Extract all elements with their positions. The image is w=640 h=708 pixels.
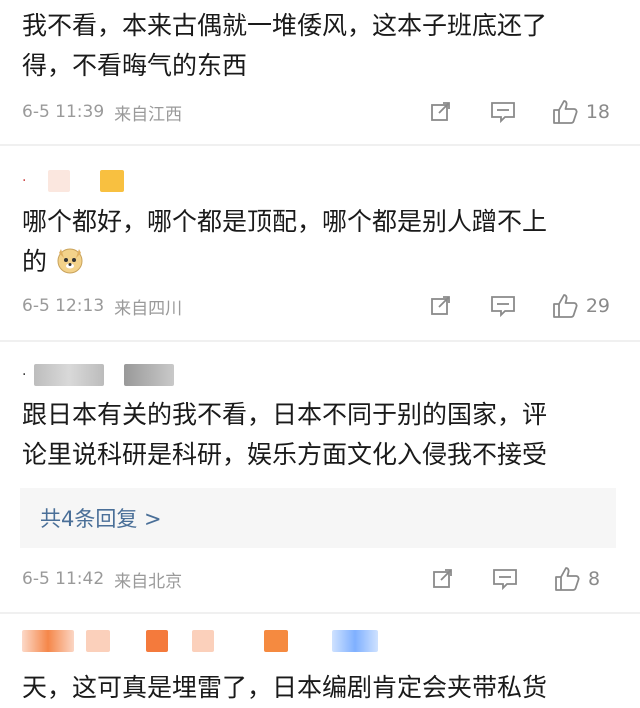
comment-text-line: 我不看，本来古偶就一堆倭风，这本子班底还了 bbox=[22, 11, 548, 40]
comment-text-line: 论里说科研是科研，娱乐方面文化入侵我不接受 bbox=[22, 440, 548, 469]
comment-text: 天，这可真是埋雷了，日本编剧肯定会夹带私货 bbox=[22, 668, 622, 708]
comment-text: 跟日本有关的我不看，日本不同于别的国家，评 论里说科研是科研，娱乐方面文化入侵我… bbox=[22, 395, 622, 475]
user-name-blurred bbox=[22, 628, 378, 654]
user-name-blurred: · bbox=[22, 168, 125, 194]
comment-text-line: 哪个都好，哪个都是顶配，哪个都是别人蹭不上 bbox=[22, 207, 548, 236]
comment-text-line: 得，不看晦气的东西 bbox=[22, 51, 248, 80]
like-button[interactable] bbox=[548, 95, 582, 129]
comment-button[interactable] bbox=[488, 562, 522, 596]
view-replies-link[interactable]: 共4条回复 > bbox=[20, 488, 616, 548]
comment-button[interactable] bbox=[486, 289, 520, 323]
share-icon bbox=[433, 569, 452, 588]
share-icon bbox=[430, 102, 450, 121]
like-count: 29 bbox=[585, 295, 610, 317]
comment-time: 6-5 12:13 bbox=[22, 296, 105, 316]
comment-text-line: 天，这可真是埋雷了，日本编剧肯定会夹带私货 bbox=[22, 673, 548, 702]
share-icon bbox=[430, 296, 450, 315]
share-button[interactable] bbox=[424, 289, 458, 323]
comment-icon bbox=[490, 296, 515, 318]
divider bbox=[0, 612, 640, 614]
comment-icon bbox=[493, 569, 517, 591]
comment-location: 来自北京 bbox=[114, 571, 183, 592]
like-count: 8 bbox=[588, 568, 601, 590]
comment-icon bbox=[490, 102, 515, 124]
comment-text: 我不看，本来古偶就一堆倭风，这本子班底还了 得，不看晦气的东西 bbox=[22, 6, 622, 86]
comment-meta: 6-5 11:39 来自江西 18 bbox=[22, 95, 622, 129]
like-button[interactable] bbox=[550, 562, 584, 596]
doge-emoji-icon bbox=[55, 245, 85, 275]
comment-button[interactable] bbox=[486, 95, 520, 129]
comment-meta: 6-5 11:42 来自北京 8 bbox=[22, 562, 622, 596]
comment-text-line: 的 bbox=[22, 247, 48, 276]
comment-time: 6-5 11:42 bbox=[22, 569, 105, 589]
divider bbox=[0, 340, 640, 342]
like-icon bbox=[552, 100, 578, 124]
user-name-blurred: · bbox=[22, 362, 175, 388]
comment-time: 6-5 11:39 bbox=[22, 102, 105, 122]
share-button[interactable] bbox=[424, 95, 458, 129]
comment-meta: 6-5 12:13 来自四川 29 bbox=[22, 289, 622, 323]
like-icon bbox=[552, 294, 578, 318]
like-count: 18 bbox=[585, 101, 610, 123]
comment-text-line: 跟日本有关的我不看，日本不同于别的国家，评 bbox=[22, 400, 548, 429]
comment-text: 哪个都好，哪个都是顶配，哪个都是别人蹭不上 的 bbox=[22, 202, 622, 282]
comment-location: 来自江西 bbox=[114, 104, 183, 125]
divider bbox=[0, 144, 640, 146]
like-icon bbox=[555, 567, 580, 591]
like-button[interactable] bbox=[548, 289, 582, 323]
share-button[interactable] bbox=[426, 562, 460, 596]
comment-location: 来自四川 bbox=[114, 298, 183, 319]
